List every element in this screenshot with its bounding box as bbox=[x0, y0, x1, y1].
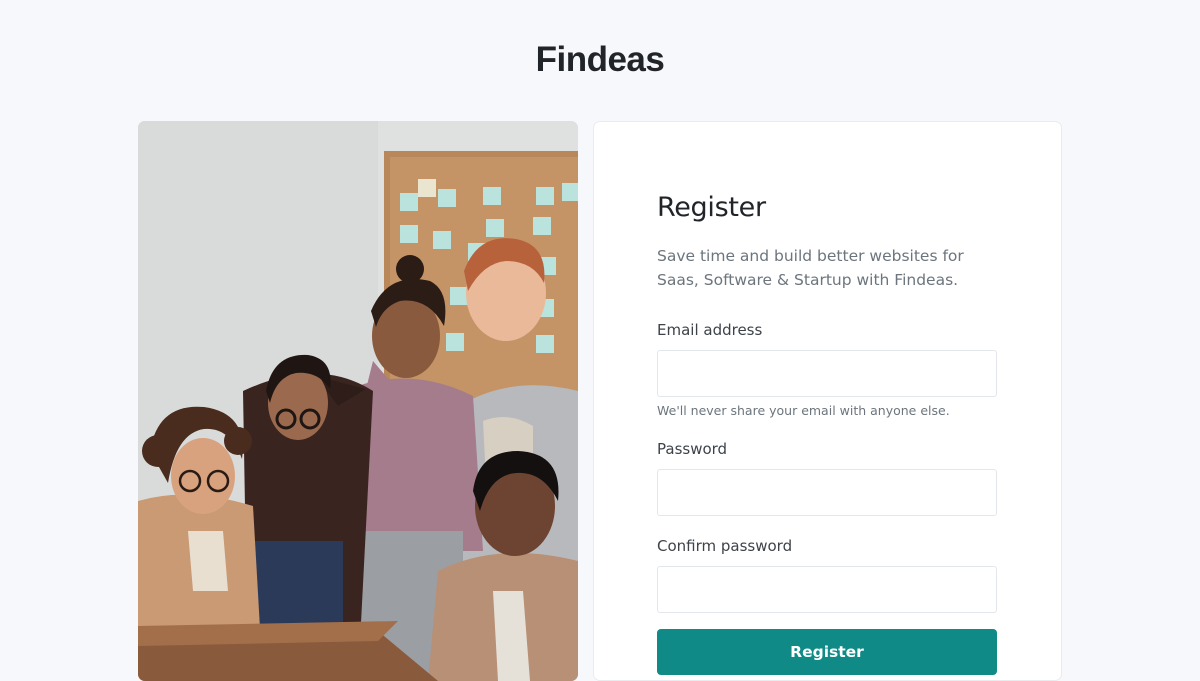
brand-logo[interactable]: Findeas bbox=[0, 40, 1200, 80]
register-card: Register Save time and build better webs… bbox=[593, 121, 1062, 681]
email-group: Email address We'll never share your ema… bbox=[657, 320, 997, 419]
password-label: Password bbox=[657, 440, 728, 458]
email-field[interactable] bbox=[657, 350, 997, 397]
email-help-text: We'll never share your email with anyone… bbox=[657, 403, 950, 418]
confirm-password-group: Confirm password bbox=[657, 536, 997, 613]
team-photo bbox=[138, 121, 578, 681]
password-field[interactable] bbox=[657, 469, 997, 516]
register-form: Register Save time and build better webs… bbox=[657, 190, 997, 675]
confirm-password-label: Confirm password bbox=[657, 537, 793, 555]
team-photo-illustration bbox=[138, 121, 578, 681]
password-group: Password bbox=[657, 439, 997, 516]
email-label: Email address bbox=[657, 321, 763, 339]
register-button[interactable]: Register bbox=[657, 629, 997, 675]
form-subtitle: Save time and build better websites for … bbox=[657, 247, 964, 289]
confirm-password-field[interactable] bbox=[657, 566, 997, 613]
form-title: Register bbox=[657, 192, 766, 223]
